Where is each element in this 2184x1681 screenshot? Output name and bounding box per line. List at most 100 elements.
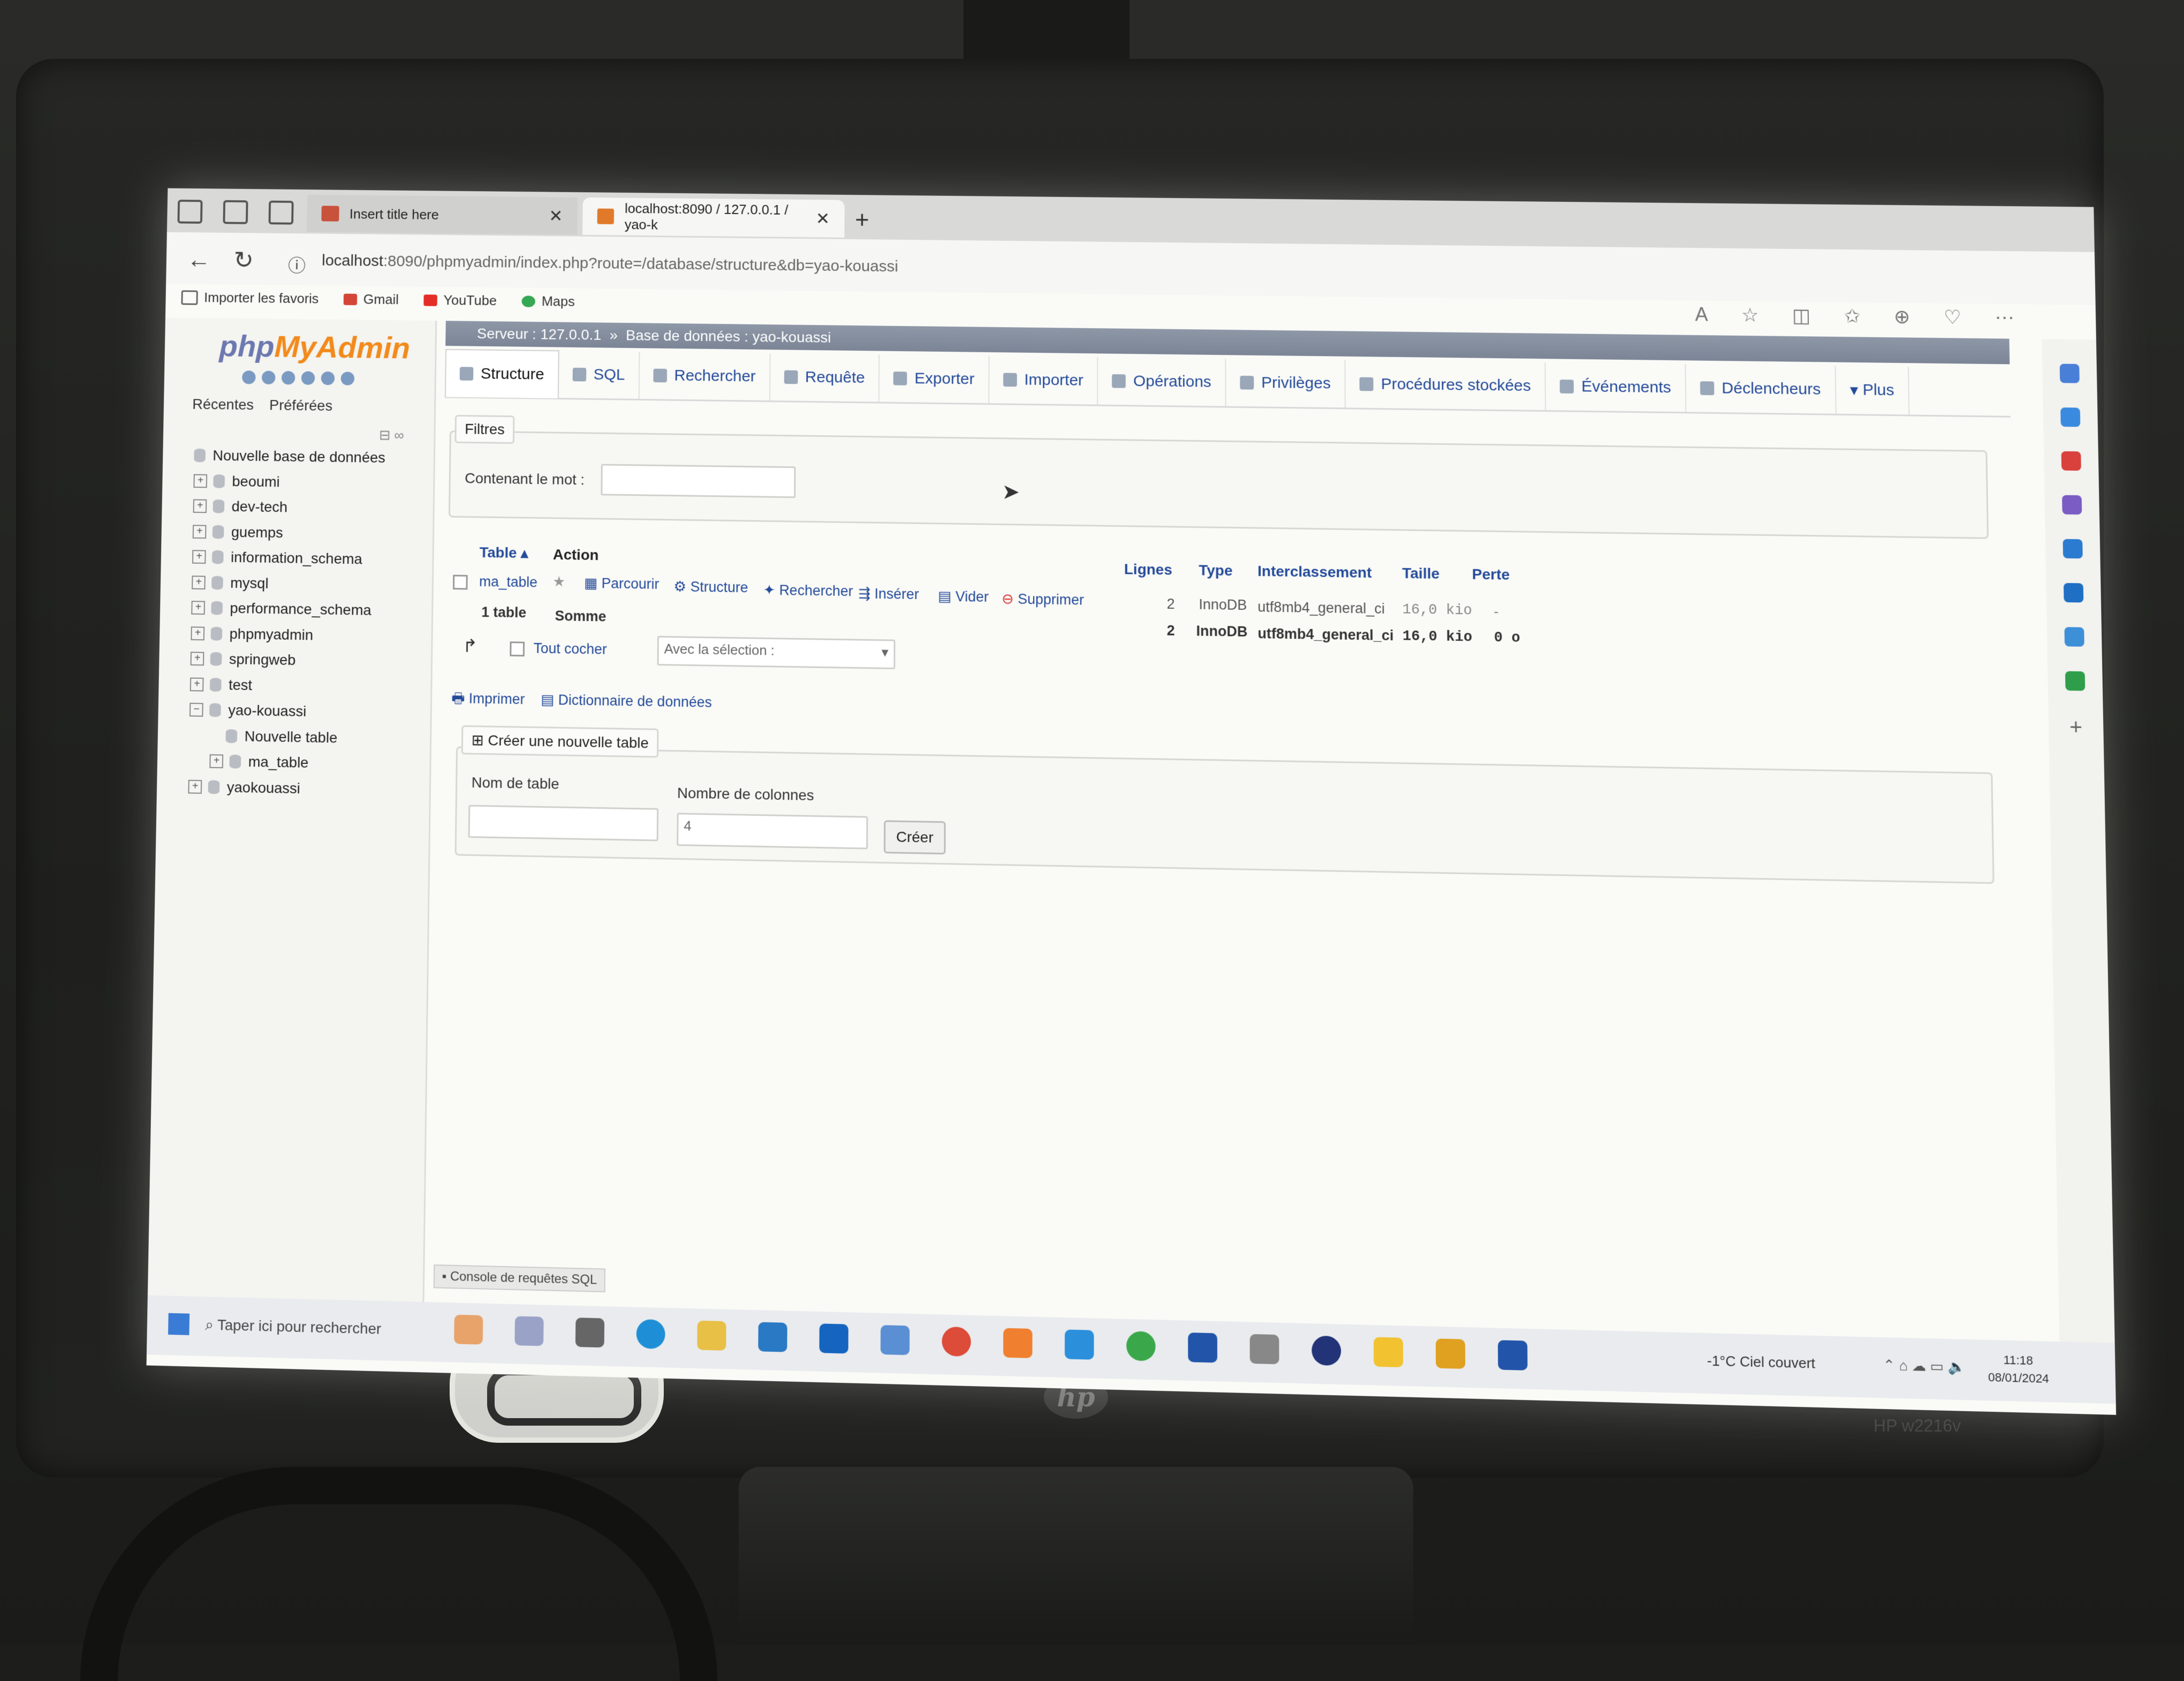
cart-icon[interactable]	[2064, 627, 2084, 647]
tab-structure[interactable]: Structure	[445, 349, 559, 399]
more-icon[interactable]: ⋯	[1995, 307, 2014, 329]
settings-app-icon[interactable]	[880, 1325, 910, 1356]
mail-icon[interactable]	[819, 1323, 848, 1354]
tree-item[interactable]: Nouvelle table	[189, 723, 382, 752]
windows-start-icon[interactable]	[168, 1313, 190, 1335]
favorite-star-icon[interactable]: ☆	[1741, 304, 1759, 327]
header-type[interactable]: Type	[1199, 562, 1232, 580]
action-browse[interactable]: ▦ Parcourir	[584, 575, 659, 593]
taskbar-search[interactable]: ⌕ Taper ici pour rechercher	[205, 1316, 381, 1338]
tab-recent[interactable]: Récentes	[192, 396, 254, 414]
tab-triggers[interactable]: Déclencheurs	[1686, 364, 1837, 414]
favorite-star-icon[interactable]: ★	[552, 573, 565, 590]
tree-item[interactable]: + beoumi	[193, 468, 385, 496]
expand-icon[interactable]: +	[190, 652, 204, 666]
tree-item-selected[interactable]: − yao-kouassi	[189, 697, 382, 726]
tab-query[interactable]: Requête	[770, 353, 880, 402]
back-icon[interactable]: ←	[187, 245, 211, 274]
tree-item[interactable]: Nouvelle base de données	[194, 443, 385, 471]
tree-item[interactable]: + information_schema	[192, 544, 384, 573]
logout-icon[interactable]	[261, 370, 276, 385]
tree-item[interactable]: + guemps	[192, 519, 385, 547]
reload-icon[interactable]	[340, 372, 355, 385]
office-icon[interactable]	[2062, 539, 2083, 559]
folder-icon[interactable]	[1374, 1337, 1404, 1368]
tab-privileges[interactable]: Privilèges	[1226, 359, 1346, 408]
system-tray-icons[interactable]: ⌃ ⌂ ☁ ▭ 🔈	[1883, 1357, 1966, 1376]
read-aloud-icon[interactable]: A	[1695, 304, 1708, 326]
app-blue-icon[interactable]	[1311, 1335, 1341, 1366]
expand-icon[interactable]: +	[191, 626, 205, 640]
avatar-app-icon[interactable]	[454, 1314, 483, 1345]
tab-sql[interactable]: SQL	[558, 351, 640, 399]
expand-icon[interactable]: +	[192, 525, 207, 539]
tab-operations[interactable]: Opérations	[1098, 357, 1226, 406]
bookmark-gmail[interactable]: Gmail	[343, 291, 399, 308]
check-all-label[interactable]: Tout cocher	[534, 640, 607, 658]
create-button[interactable]: Créer	[884, 820, 946, 855]
tree-item[interactable]: + ma_table	[188, 748, 381, 777]
tab-import[interactable]: Importer	[989, 355, 1098, 405]
expand-icon[interactable]: +	[189, 677, 204, 692]
tab-export[interactable]: Exporter	[879, 354, 990, 404]
tree-item[interactable]: + springweb	[190, 646, 383, 675]
action-empty[interactable]: ▤ Vider	[938, 588, 989, 605]
refresh-icon[interactable]: ↻	[233, 246, 254, 274]
tree-item[interactable]: + phpmyadmin	[191, 620, 383, 649]
expand-icon[interactable]: +	[192, 550, 206, 564]
close-icon[interactable]: ✕	[816, 209, 830, 229]
breadcrumb-server[interactable]: Serveur : 127.0.0.1	[477, 325, 602, 343]
games-icon[interactable]	[2065, 671, 2086, 691]
tab-favorites[interactable]: Préférées	[269, 397, 332, 414]
vscode-icon[interactable]	[1065, 1329, 1094, 1360]
with-selection-select[interactable]: Avec la sélection : ▾	[657, 635, 896, 670]
docs-icon[interactable]	[301, 371, 315, 385]
action-drop[interactable]: ⊖ Supprimer	[1002, 591, 1084, 609]
bookmark-maps[interactable]: Maps	[521, 293, 575, 309]
columns-input[interactable]: 4	[677, 813, 868, 850]
header-collation[interactable]: Interclassement	[1257, 563, 1371, 581]
file-explorer-icon[interactable]	[697, 1320, 726, 1351]
tab-insert-title[interactable]: Insert title here ✕	[306, 194, 578, 235]
task-view-icon[interactable]	[575, 1317, 605, 1348]
action-search[interactable]: ✦ Rechercher	[763, 582, 853, 600]
bookmark-import[interactable]: Importer les favoris	[181, 289, 319, 307]
pma-logo[interactable]: phpMyAdmin	[219, 329, 411, 366]
print-link[interactable]: 🖶 Imprimer	[451, 688, 525, 714]
table-name-input[interactable]	[468, 805, 659, 842]
sql-console-bar[interactable]: ▪ Console de requêtes SQL	[433, 1264, 606, 1292]
tree-item[interactable]: + performance_schema	[191, 595, 383, 623]
help-icon[interactable]	[281, 370, 295, 385]
chrome-icon[interactable]	[942, 1326, 971, 1357]
header-rows[interactable]: Lignes	[1124, 561, 1172, 579]
table-name-link[interactable]: ma_table	[479, 573, 537, 590]
app-icon[interactable]	[514, 1316, 544, 1346]
me-app-icon[interactable]	[1188, 1332, 1218, 1363]
info-icon[interactable]: ⓘ	[288, 252, 306, 277]
tree-item[interactable]: + dev-tech	[193, 494, 384, 521]
header-table[interactable]: Table ▴	[480, 543, 528, 562]
people-icon[interactable]	[2062, 495, 2082, 515]
xampp-icon[interactable]	[1003, 1328, 1033, 1358]
close-icon[interactable]: ✕	[549, 206, 563, 226]
weather-widget[interactable]: -1°C Ciel couvert	[1707, 1352, 1815, 1372]
toolbox-icon[interactable]	[2061, 451, 2081, 471]
settings-icon[interactable]	[321, 371, 335, 385]
collections-icon[interactable]	[223, 200, 248, 224]
heart-icon[interactable]: ♡	[1944, 306, 1961, 329]
expand-icon[interactable]: +	[192, 575, 206, 589]
tab-search[interactable]: Rechercher	[639, 352, 771, 401]
tab-routines[interactable]: Procédures stockées	[1345, 360, 1546, 411]
expand-icon[interactable]: +	[191, 601, 206, 615]
outlook-icon[interactable]	[2063, 582, 2084, 603]
tab-events[interactable]: Événements	[1545, 362, 1687, 412]
bookmark-youtube[interactable]: YouTube	[423, 292, 497, 309]
vertical-tabs-icon[interactable]	[268, 200, 294, 225]
store-icon[interactable]	[758, 1322, 787, 1352]
me-app-icon[interactable]	[1498, 1340, 1528, 1370]
sublime-icon[interactable]	[1436, 1338, 1466, 1369]
cell-size[interactable]: 16,0 kio	[1402, 602, 1472, 619]
action-insert[interactable]: ⇶ Insérer	[859, 586, 919, 603]
filter-input[interactable]	[601, 464, 796, 498]
data-dictionary-link[interactable]: ▤ Dictionnaire de données	[541, 692, 712, 711]
